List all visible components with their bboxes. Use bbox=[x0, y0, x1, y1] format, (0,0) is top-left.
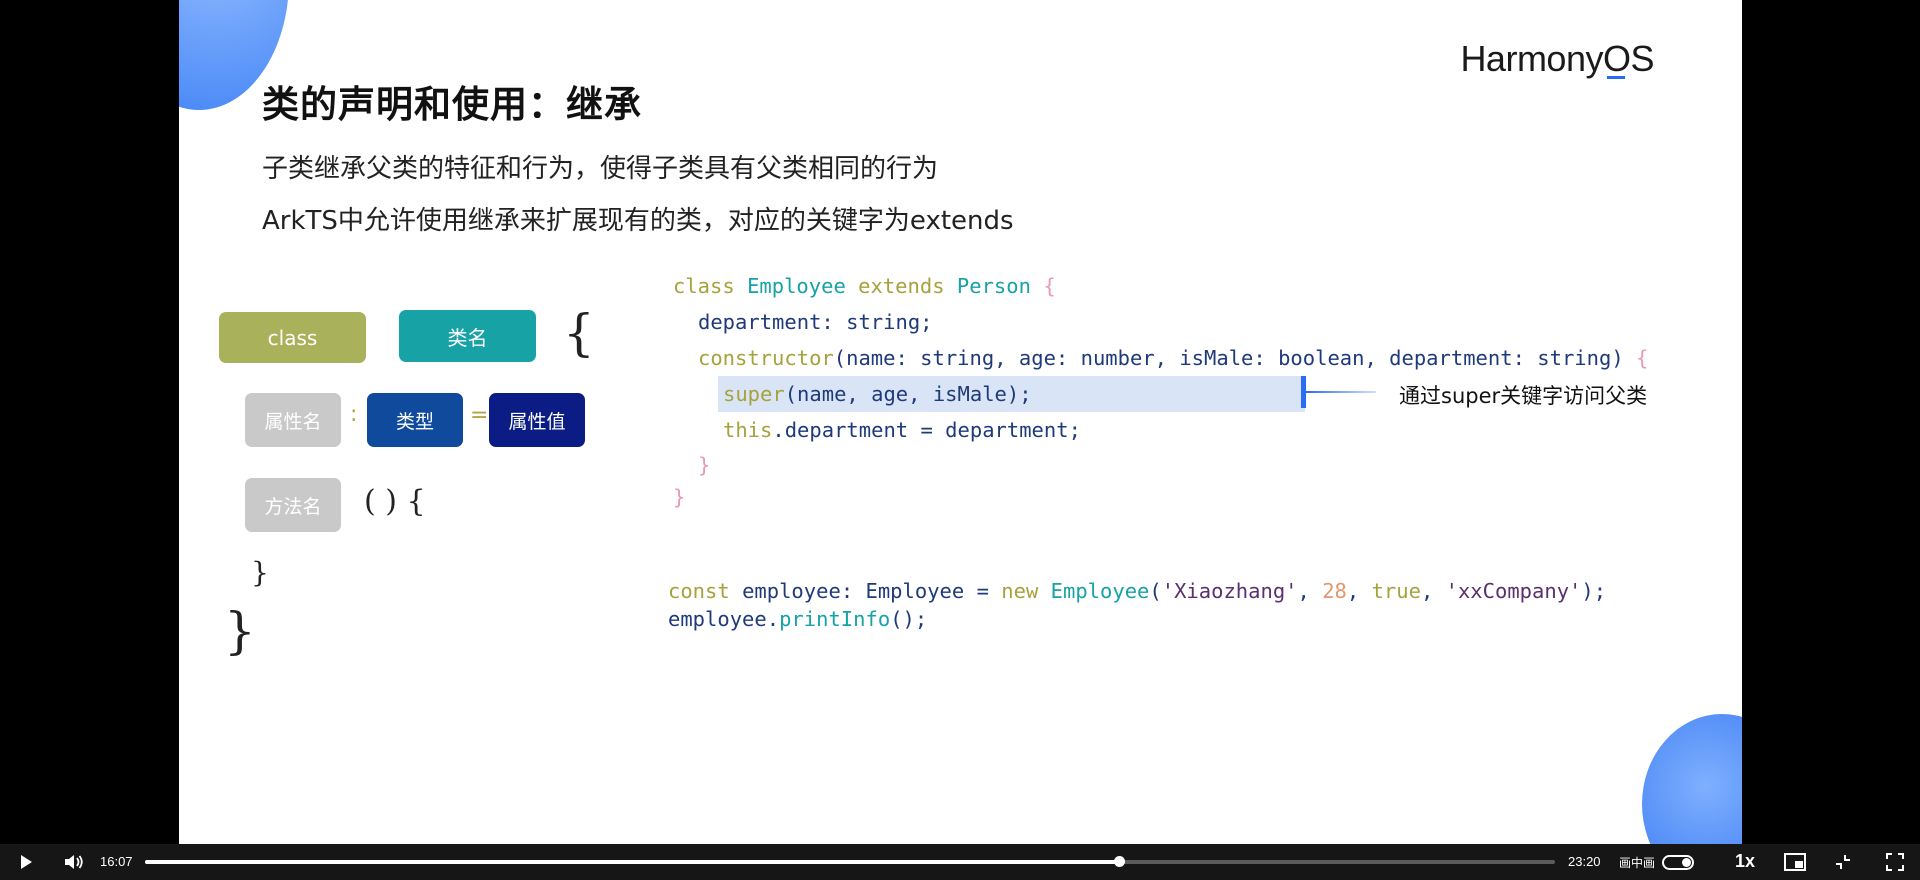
code-token: { bbox=[1043, 274, 1056, 298]
code-line-9: employee.printInfo(); bbox=[668, 607, 927, 631]
pip-toggle[interactable] bbox=[1662, 855, 1694, 870]
code-line-8: const employee: Employee = new Employee(… bbox=[668, 579, 1606, 603]
diagram-colon: : bbox=[350, 402, 358, 427]
code-token: department bbox=[698, 310, 822, 334]
property-value-chip: 属性值 bbox=[489, 393, 585, 447]
code-token: (); bbox=[890, 607, 928, 631]
code-token: , bbox=[1297, 579, 1323, 603]
progress-thumb[interactable] bbox=[1114, 856, 1126, 867]
super-callout-note: 通过super关键字访问父类 bbox=[1399, 384, 1648, 408]
code-token: class bbox=[673, 274, 735, 298]
diagram-method-close-brace: } bbox=[251, 556, 269, 589]
slide: HarmonyOS 类的声明和使用：继承 子类继承父类的特征和行为，使得子类具有… bbox=[179, 0, 1742, 844]
code-token: , bbox=[1420, 579, 1446, 603]
diagram-method-parens: ( ) { bbox=[364, 484, 426, 519]
slide-subtitle-2: ArkTS中允许使用继承来扩展现有的类，对应的关键字为extends bbox=[262, 206, 1014, 236]
code-token: 'Xiaozhang' bbox=[1161, 579, 1298, 603]
callout-line bbox=[1306, 391, 1376, 393]
code-token: constructor bbox=[698, 346, 834, 370]
progress-fill bbox=[145, 860, 1120, 864]
type-chip: 类型 bbox=[367, 393, 463, 447]
code-token: Employee bbox=[747, 274, 846, 298]
class-keyword-chip: class bbox=[219, 312, 366, 363]
code-token: . bbox=[766, 607, 780, 631]
code-token: ( bbox=[1149, 579, 1162, 603]
code-token: } bbox=[698, 453, 711, 477]
code-line-6: } bbox=[698, 453, 710, 477]
current-time: 16:07 bbox=[100, 854, 133, 869]
code-token: employee bbox=[742, 579, 841, 603]
diagram-equals: = bbox=[470, 403, 489, 428]
method-name-chip: 方法名 bbox=[245, 478, 341, 532]
code-token: 'xxCompany' bbox=[1445, 579, 1582, 603]
code-token: : string; bbox=[821, 310, 933, 334]
fullscreen-icon[interactable] bbox=[1886, 853, 1904, 876]
property-name-chip: 属性名 bbox=[245, 393, 341, 447]
slide-subtitle-1: 子类继承父类的特征和行为，使得子类具有父类相同的行为 bbox=[262, 154, 939, 184]
code-token: (name, age, isMale); bbox=[784, 382, 1032, 406]
code-line-4: super(name, age, isMale); bbox=[723, 382, 1032, 406]
code-token: , bbox=[1346, 579, 1372, 603]
code-token: : Employee = bbox=[840, 579, 1002, 603]
code-token: printInfo bbox=[779, 607, 891, 631]
code-token: new bbox=[1001, 579, 1039, 603]
slide-title: 类的声明和使用：继承 bbox=[262, 83, 642, 126]
progress-track[interactable] bbox=[145, 856, 1555, 867]
code-token: this bbox=[723, 418, 773, 442]
pip-label: 画中画 bbox=[1619, 856, 1656, 870]
harmonyos-logo: HarmonyOS bbox=[1460, 38, 1654, 79]
volume-icon[interactable] bbox=[64, 853, 84, 876]
code-token: extends bbox=[858, 274, 945, 298]
code-token: (name: string, age: number, isMale: bool… bbox=[833, 346, 1624, 370]
class-name-chip: 类名 bbox=[399, 310, 536, 362]
code-line-5: this.department = department; bbox=[723, 418, 1081, 442]
code-token: const bbox=[668, 579, 730, 603]
total-time: 23:20 bbox=[1568, 854, 1601, 869]
speed-button[interactable]: 1x bbox=[1735, 851, 1755, 872]
decor-blob-bottom-right bbox=[1642, 714, 1742, 844]
pip-window-icon[interactable] bbox=[1784, 853, 1806, 876]
code-token: employee bbox=[668, 607, 767, 631]
code-token: 28 bbox=[1322, 579, 1347, 603]
diagram-close-brace: } bbox=[224, 602, 256, 660]
code-line-3: constructor(name: string, age: number, i… bbox=[698, 346, 1648, 370]
code-token: .department = department; bbox=[772, 418, 1081, 442]
video-controls-bar: 16:07 23:20 画中画 1x bbox=[0, 844, 1920, 880]
code-token: { bbox=[1636, 346, 1649, 370]
code-token: ); bbox=[1581, 579, 1607, 603]
toggle-knob bbox=[1682, 858, 1691, 867]
code-token: true bbox=[1371, 579, 1421, 603]
code-token: super bbox=[723, 382, 785, 406]
play-icon[interactable] bbox=[18, 854, 34, 875]
code-token: } bbox=[673, 485, 686, 509]
code-line-1: class Employee extends Person { bbox=[673, 274, 1056, 298]
code-token: Person bbox=[956, 274, 1031, 298]
diagram-open-brace: { bbox=[563, 304, 595, 362]
code-line-7: } bbox=[673, 485, 685, 509]
code-line-2: department: string; bbox=[698, 310, 933, 334]
code-token: Employee bbox=[1050, 579, 1150, 603]
exit-web-fullscreen-icon[interactable] bbox=[1834, 853, 1852, 876]
logo-underline bbox=[1607, 76, 1625, 79]
